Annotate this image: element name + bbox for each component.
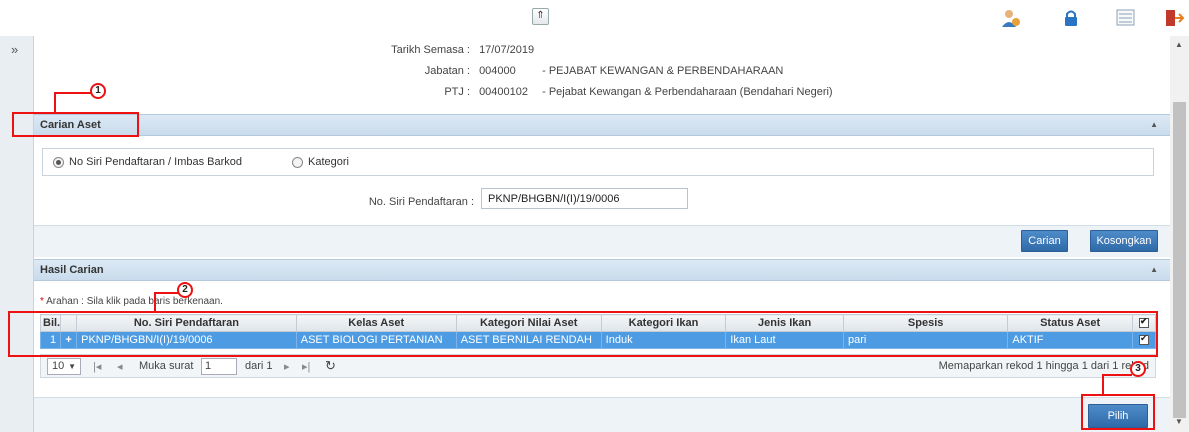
- radio-kategori-label: Kategori: [308, 156, 349, 168]
- carian-aset-header[interactable]: Carian Aset ▲: [34, 114, 1170, 136]
- search-type-group: No Siri Pendaftaran / Imbas Barkod Kateg…: [42, 148, 1154, 176]
- user-profile-icon[interactable]: [1000, 8, 1022, 28]
- scroll-up-icon[interactable]: ▲: [1175, 40, 1183, 49]
- collapse-caret-icon[interactable]: ▲: [1150, 120, 1158, 129]
- pagination-bar: 10 ▼ |◂ ◂ Muka surat 1 dari 1 ▸ ▸| ↻ Mema…: [40, 354, 1156, 378]
- instruction-hint: * Arahan : Sila klik pada baris berkenaa…: [40, 296, 223, 307]
- annotation-box-2: [8, 311, 1158, 357]
- radio-unselected-icon[interactable]: [292, 156, 303, 168]
- prev-page-icon[interactable]: ◂: [117, 360, 123, 373]
- logout-icon[interactable]: [1163, 8, 1185, 28]
- record-summary: Memaparkan rekod 1 hingga 1 dari 1 rekod: [938, 360, 1149, 372]
- radio-kategori[interactable]: Kategori: [292, 156, 349, 168]
- scrollbar-thumb[interactable]: [1173, 102, 1186, 418]
- annotation-line-1: [54, 92, 56, 113]
- dari-label: dari 1: [245, 360, 273, 372]
- hasil-carian-title: Hasil Carian: [40, 264, 104, 276]
- vertical-scrollbar[interactable]: ▲ ▼: [1170, 36, 1189, 432]
- carian-button[interactable]: Carian: [1021, 230, 1068, 252]
- ptj-code: 00400102: [479, 86, 529, 98]
- tarikh-value: 17/07/2019: [479, 44, 535, 56]
- radio-selected-icon[interactable]: [53, 156, 64, 168]
- ptj-row: PTJ : 00400102 - Pejabat Kewangan & Perb…: [334, 86, 833, 98]
- lock-icon[interactable]: [1060, 8, 1082, 28]
- jabatan-row: Jabatan : 004000 - PEJABAT KEWANGAN & PE…: [334, 65, 784, 77]
- page-size-value: 10: [52, 360, 65, 372]
- ptj-label: PTJ :: [444, 86, 470, 98]
- tarikh-row: Tarikh Semasa : 17/07/2019: [334, 44, 534, 56]
- jabatan-name: - PEJABAT KEWANGAN & PERBENDAHARAAN: [542, 65, 784, 77]
- annotation-marker-1: 1: [90, 83, 106, 99]
- hint-text: Arahan : Sila klik pada baris berkenaan.: [43, 296, 223, 307]
- annotation-line-2b: [154, 292, 179, 294]
- annotation-box-3: [1081, 394, 1155, 430]
- scroll-down-icon[interactable]: ▼: [1175, 417, 1183, 426]
- page-number-input[interactable]: 1: [201, 358, 237, 375]
- dropdown-arrow-icon: ▼: [68, 362, 76, 371]
- radio-no-siri-label: No Siri Pendaftaran / Imbas Barkod: [69, 156, 243, 168]
- footer-button-bar: Pilih: [34, 397, 1170, 432]
- muka-surat-label: Muka surat: [139, 360, 194, 372]
- page-size-select[interactable]: 10 ▼: [47, 358, 81, 375]
- annotation-box-1: [12, 112, 139, 137]
- annotation-line-3b: [1102, 374, 1132, 376]
- next-page-icon[interactable]: ▸: [284, 360, 290, 373]
- jabatan-code: 004000: [479, 65, 516, 77]
- radio-no-siri[interactable]: No Siri Pendaftaran / Imbas Barkod: [53, 156, 242, 168]
- last-page-icon[interactable]: ▸|: [302, 360, 310, 373]
- top-toolbar: ⇑: [0, 0, 1189, 36]
- collapse-header-icon[interactable]: ⇑: [532, 8, 549, 25]
- expand-sidebar-icon[interactable]: »: [11, 42, 18, 57]
- annotation-marker-2: 2: [177, 282, 193, 298]
- kosongkan-button[interactable]: Kosongkan: [1090, 230, 1158, 252]
- search-button-bar: Carian Kosongkan: [34, 225, 1170, 257]
- main-content: Tarikh Semasa : 17/07/2019 Jabatan : 004…: [8, 36, 1170, 432]
- left-sidebar: »: [0, 36, 34, 432]
- annotation-marker-3: 3: [1130, 361, 1146, 377]
- ptj-name: - Pejabat Kewangan & Perbendaharaan (Ben…: [542, 86, 833, 98]
- collapse-caret-icon[interactable]: ▲: [1150, 265, 1158, 274]
- annotation-line-1b: [54, 92, 94, 94]
- annotation-line-3: [1102, 374, 1104, 395]
- list-view-icon[interactable]: [1115, 8, 1137, 28]
- no-siri-input[interactable]: [481, 188, 688, 209]
- first-page-icon[interactable]: |◂: [93, 360, 101, 373]
- hasil-carian-header[interactable]: Hasil Carian ▲: [34, 259, 1170, 281]
- jabatan-label: Jabatan :: [424, 65, 470, 77]
- no-siri-label: No. Siri Pendaftaran :: [368, 196, 474, 208]
- annotation-line-2: [154, 292, 156, 312]
- refresh-icon[interactable]: ↻: [325, 358, 336, 374]
- tarikh-label: Tarikh Semasa :: [391, 44, 470, 56]
